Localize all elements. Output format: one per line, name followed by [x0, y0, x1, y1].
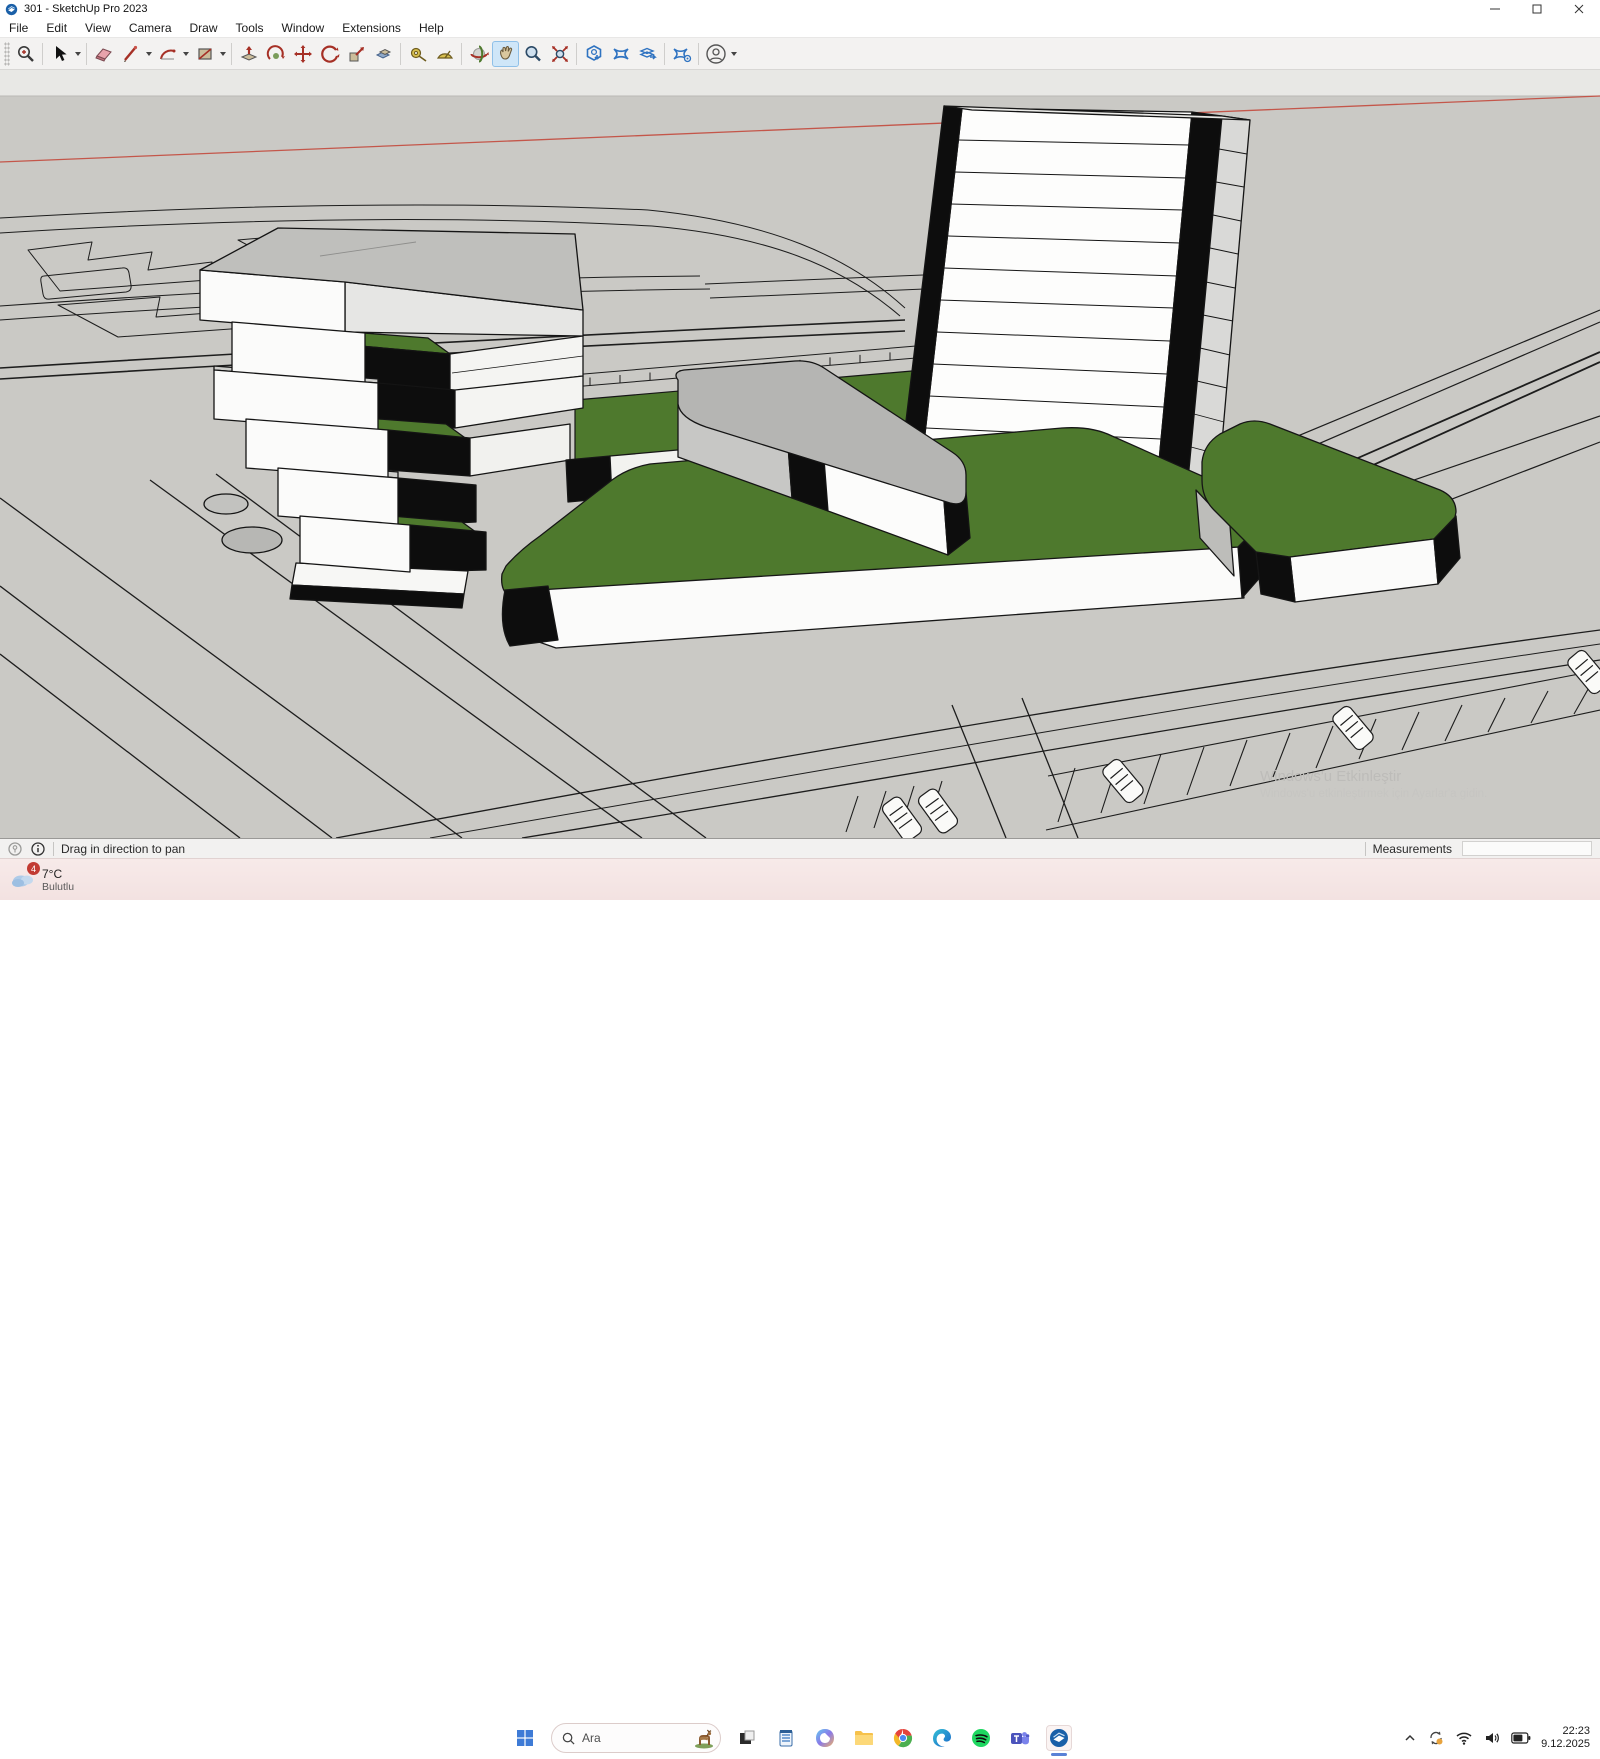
- taskbar-search[interactable]: Ara: [551, 1723, 721, 1753]
- app-notepad[interactable]: [773, 1725, 799, 1751]
- status-hint: Drag in direction to pan: [61, 842, 185, 856]
- weather-condition: Bulutlu: [42, 881, 74, 893]
- weather-temp: 7°C: [42, 867, 74, 881]
- statusbar-separator: [53, 842, 54, 856]
- zoom-extents-icon[interactable]: [546, 41, 573, 67]
- pan-tool-icon[interactable]: [492, 41, 519, 67]
- menu-tools[interactable]: Tools: [227, 19, 273, 37]
- account-dropdown-caret[interactable]: [729, 41, 739, 67]
- volume-icon[interactable]: [1483, 1729, 1501, 1747]
- menu-draw[interactable]: Draw: [181, 19, 227, 37]
- weather-widget[interactable]: 4 7°C Bulutlu: [0, 867, 150, 893]
- weather-badge: 4: [27, 862, 40, 875]
- close-button[interactable]: [1558, 0, 1600, 18]
- toolbar-separator: [664, 43, 665, 65]
- orbit-tool-icon[interactable]: [465, 41, 492, 67]
- toolbar-separator: [86, 43, 87, 65]
- window-controls: [1474, 0, 1600, 18]
- wifi-icon[interactable]: [1455, 1729, 1473, 1747]
- statusbar-separator: [1365, 842, 1366, 856]
- select-dropdown-caret[interactable]: [73, 41, 83, 67]
- search-highlight-deer-icon: [692, 1726, 716, 1750]
- main-toolbar: [0, 38, 1600, 70]
- app-edge[interactable]: [929, 1725, 955, 1751]
- menu-camera[interactable]: Camera: [120, 19, 181, 37]
- toolbar-separator: [400, 43, 401, 65]
- sync-status-icon[interactable]: [1427, 1729, 1445, 1747]
- clock-date: 9.12.2025: [1541, 1738, 1590, 1751]
- zoom-window-icon[interactable]: [12, 41, 39, 67]
- taskbar: 4 7°C Bulutlu Ara: [0, 858, 1600, 900]
- tape-measure-icon[interactable]: [404, 41, 431, 67]
- sky: [0, 70, 1600, 96]
- status-bar: Drag in direction to pan Measurements: [0, 838, 1600, 858]
- toolbar-separator: [42, 43, 43, 65]
- follow-me-tool-icon[interactable]: [262, 41, 289, 67]
- taskbar-clock[interactable]: 22:23 9.12.2025: [1541, 1725, 1590, 1751]
- app-sketchup[interactable]: [1046, 1725, 1072, 1751]
- trimble-connect-icon[interactable]: [607, 41, 634, 67]
- get-models-icon[interactable]: [580, 41, 607, 67]
- measurements-label: Measurements: [1373, 842, 1452, 856]
- zoom-tool-icon[interactable]: [519, 41, 546, 67]
- line-dropdown-caret[interactable]: [144, 41, 154, 67]
- viewport: [0, 70, 1600, 838]
- toolbar-separator: [461, 43, 462, 65]
- maximize-button[interactable]: [1516, 0, 1558, 18]
- account-icon[interactable]: [702, 41, 729, 67]
- clock-time: 22:23: [1541, 1725, 1590, 1738]
- app-spotify[interactable]: [968, 1725, 994, 1751]
- arc-dropdown-caret[interactable]: [181, 41, 191, 67]
- scale-tool-icon[interactable]: [343, 41, 370, 67]
- move-tool-icon[interactable]: [289, 41, 316, 67]
- menu-help[interactable]: Help: [410, 19, 453, 37]
- arc-tool-icon[interactable]: [154, 41, 181, 67]
- sketchup-logo-icon: [5, 3, 18, 16]
- minimize-button[interactable]: [1474, 0, 1516, 18]
- menu-extensions[interactable]: Extensions: [333, 19, 410, 37]
- menu-view[interactable]: View: [76, 19, 120, 37]
- menu-edit[interactable]: Edit: [37, 19, 76, 37]
- window-title: 301 - SketchUp Pro 2023: [24, 3, 148, 15]
- rectangle-tool-icon[interactable]: [191, 41, 218, 67]
- title-bar: 301 - SketchUp Pro 2023: [0, 0, 1600, 18]
- connect-settings-icon[interactable]: [668, 41, 695, 67]
- line-tool-icon[interactable]: [117, 41, 144, 67]
- app-task-view[interactable]: [734, 1725, 760, 1751]
- app-file-explorer[interactable]: [851, 1725, 877, 1751]
- taskbar-apps: Ara: [512, 1717, 1072, 1759]
- geolocation-icon[interactable]: [7, 841, 23, 857]
- toolbar-separator: [576, 43, 577, 65]
- app-teams[interactable]: [1007, 1725, 1033, 1751]
- protractor-icon[interactable]: [431, 41, 458, 67]
- send-to-layout-icon[interactable]: [634, 41, 661, 67]
- toolbar-separator: [698, 43, 699, 65]
- measurements-input[interactable]: [1462, 841, 1592, 856]
- search-placeholder: Ara: [582, 1731, 685, 1745]
- battery-icon[interactable]: [1511, 1732, 1531, 1744]
- toolbar-grip[interactable]: [4, 42, 10, 66]
- app-chrome[interactable]: [890, 1725, 916, 1751]
- select-tool-icon[interactable]: [46, 41, 73, 67]
- menu-window[interactable]: Window: [273, 19, 334, 37]
- menu-bar: File Edit View Camera Draw Tools Window …: [0, 18, 1600, 38]
- push-pull-tool-icon[interactable]: [235, 41, 262, 67]
- eraser-tool-icon[interactable]: [90, 41, 117, 67]
- system-tray: 22:23 9.12.2025: [1403, 1717, 1600, 1759]
- offset-tool-icon[interactable]: [370, 41, 397, 67]
- viewport-3d-scene[interactable]: [0, 70, 1600, 838]
- rectangle-dropdown-caret[interactable]: [218, 41, 228, 67]
- info-icon[interactable]: [30, 841, 46, 857]
- menu-file[interactable]: File: [0, 19, 37, 37]
- search-icon: [562, 1732, 575, 1745]
- tray-chevron-icon[interactable]: [1403, 1731, 1417, 1745]
- rotate-tool-icon[interactable]: [316, 41, 343, 67]
- start-button[interactable]: [512, 1725, 538, 1751]
- app-copilot[interactable]: [812, 1725, 838, 1751]
- toolbar-separator: [231, 43, 232, 65]
